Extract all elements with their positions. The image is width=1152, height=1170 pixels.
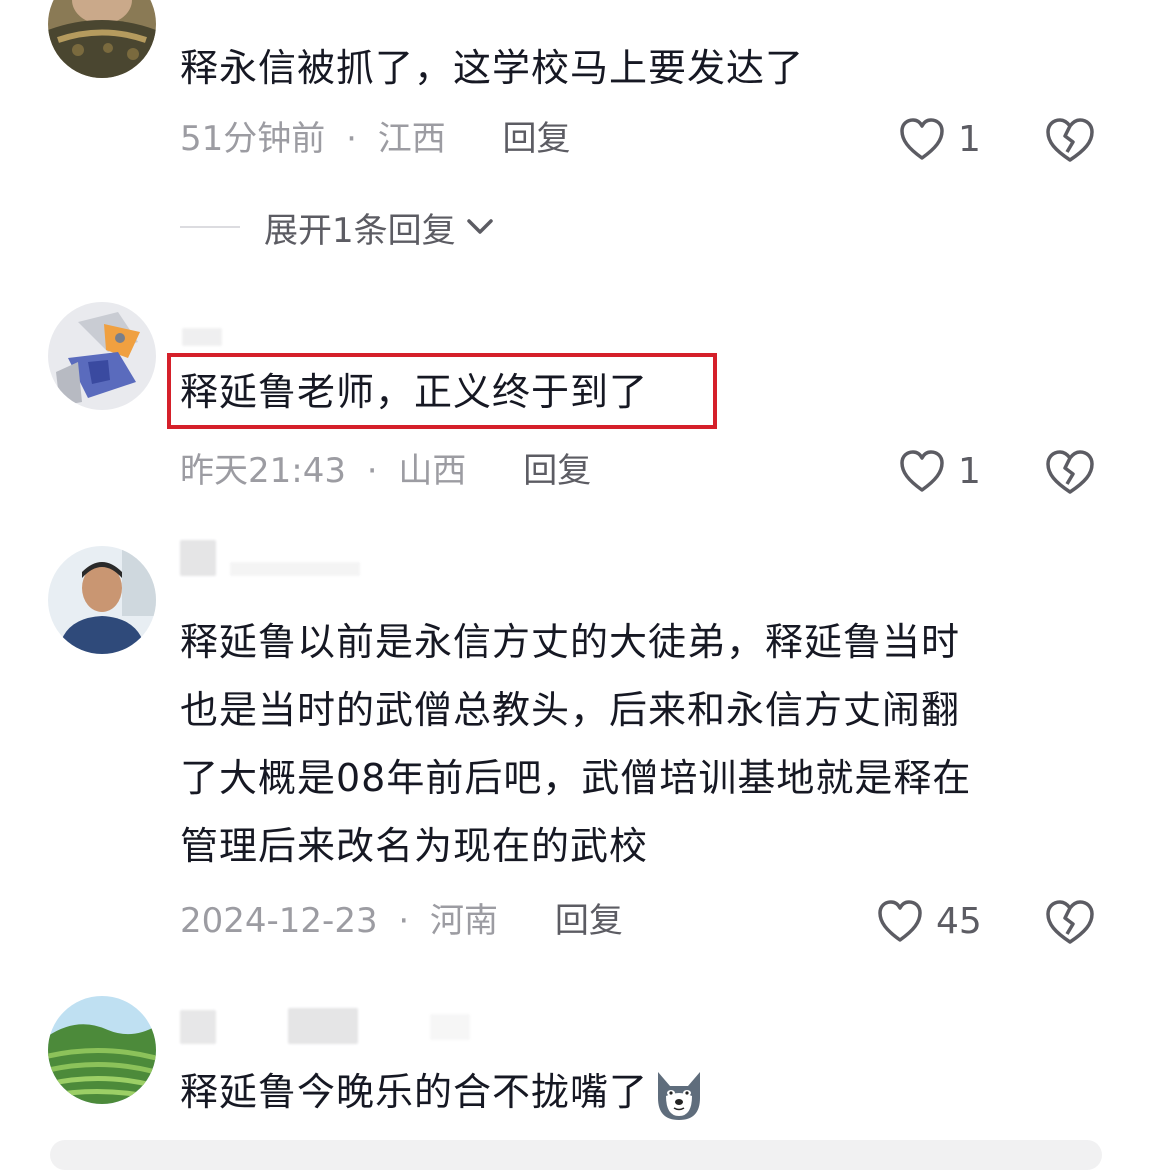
comment-item: 释延鲁今晚乐的合不拢嘴了 <box>0 0 1152 1140</box>
bottom-input-bar[interactable] <box>50 1140 1102 1170</box>
avatar[interactable] <box>48 996 156 1104</box>
username-redacted <box>180 1008 480 1048</box>
comment-text: 释延鲁今晚乐的合不拢嘴了 <box>180 1058 1090 1126</box>
wolf-face-emoji <box>658 1071 701 1120</box>
comment-text-body: 释延鲁今晚乐的合不拢嘴了 <box>180 1070 649 1114</box>
